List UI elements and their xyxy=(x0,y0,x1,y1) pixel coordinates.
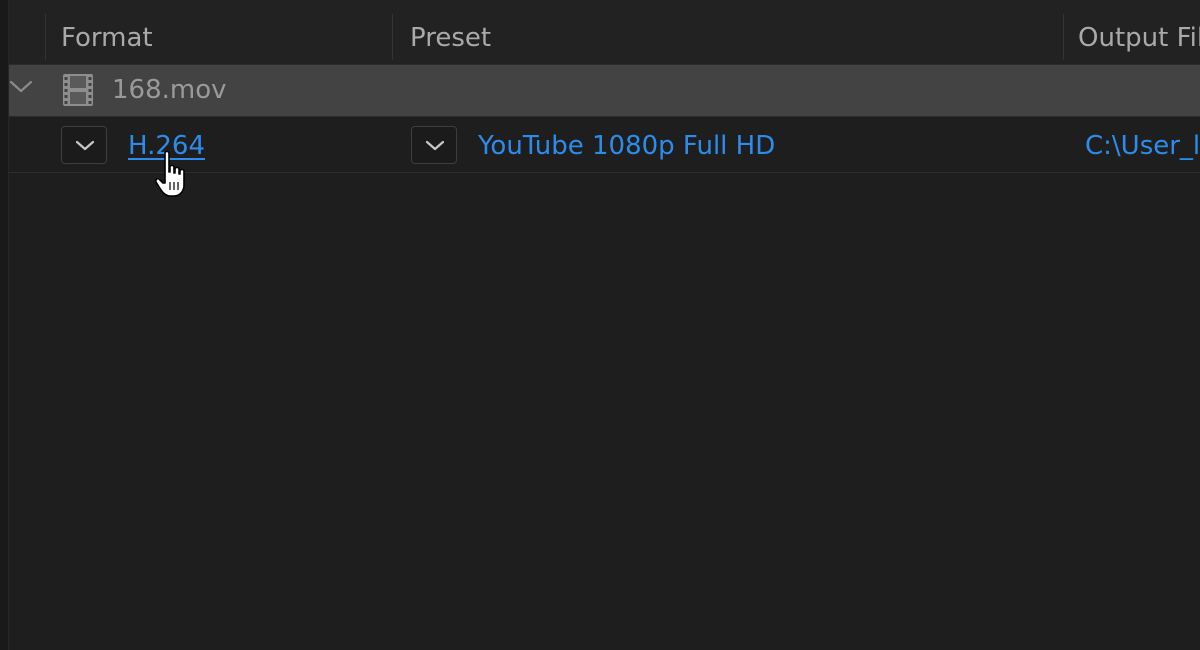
chevron-down-icon xyxy=(425,140,445,151)
column-header-format[interactable]: Format xyxy=(61,0,381,64)
queue-header: Format Preset Output Fil xyxy=(9,0,1200,65)
expand-chevron-icon[interactable] xyxy=(9,75,33,99)
source-file-name: 168.mov xyxy=(112,75,227,105)
format-dropdown-button[interactable] xyxy=(61,126,107,164)
column-separator[interactable] xyxy=(392,14,393,60)
queue-source-row[interactable]: 168.mov xyxy=(9,65,1200,117)
film-icon xyxy=(63,74,93,106)
column-separator[interactable] xyxy=(45,14,46,60)
column-separator[interactable] xyxy=(1063,14,1064,60)
output-file-link[interactable]: C:\User_l xyxy=(1085,117,1200,172)
chevron-down-icon xyxy=(75,140,95,151)
column-header-preset[interactable]: Preset xyxy=(410,0,1050,64)
panel-left-border xyxy=(0,0,9,650)
hand-pointer-icon xyxy=(154,150,185,197)
preset-link[interactable]: YouTube 1080p Full HD xyxy=(478,117,775,172)
export-queue-panel: Format Preset Output Fil 168.mov H.264 Y… xyxy=(0,0,1200,650)
preset-dropdown-button[interactable] xyxy=(411,126,457,164)
column-header-output-file[interactable]: Output Fil xyxy=(1078,0,1200,64)
